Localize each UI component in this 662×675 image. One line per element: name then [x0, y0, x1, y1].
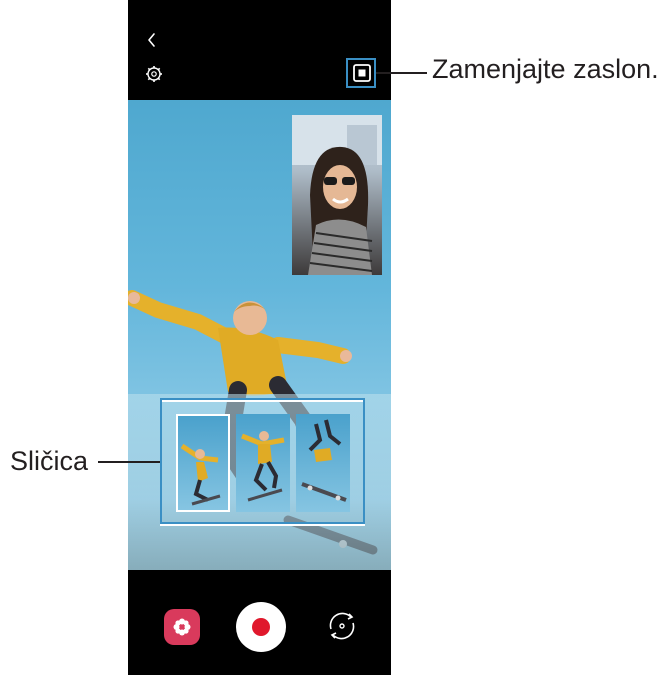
record-icon [252, 618, 270, 636]
front-camera-preview[interactable] [292, 115, 382, 275]
switch-camera-button[interactable] [323, 607, 361, 645]
settings-button[interactable] [142, 62, 166, 86]
back-button[interactable] [140, 28, 164, 52]
camera-bottom-bar [128, 570, 391, 675]
camera-screen [128, 0, 391, 675]
swap-screen-callout-label: Zamenjajte zaslon. [432, 54, 659, 84]
selfie-photo [292, 115, 382, 275]
record-button[interactable] [236, 602, 286, 652]
swap-screen-callout-line [376, 72, 427, 74]
flower-icon [173, 618, 191, 636]
thumbnail-callout-line [98, 461, 160, 463]
thumbnail-callout-label: Sličica [10, 446, 89, 476]
swap-screen-callout-box [346, 58, 376, 88]
flip-camera-icon [329, 612, 355, 640]
thumbnail-callout-box [160, 398, 365, 524]
effects-button[interactable] [164, 609, 200, 645]
gear-icon [146, 66, 162, 82]
chevron-left-icon [148, 33, 155, 47]
